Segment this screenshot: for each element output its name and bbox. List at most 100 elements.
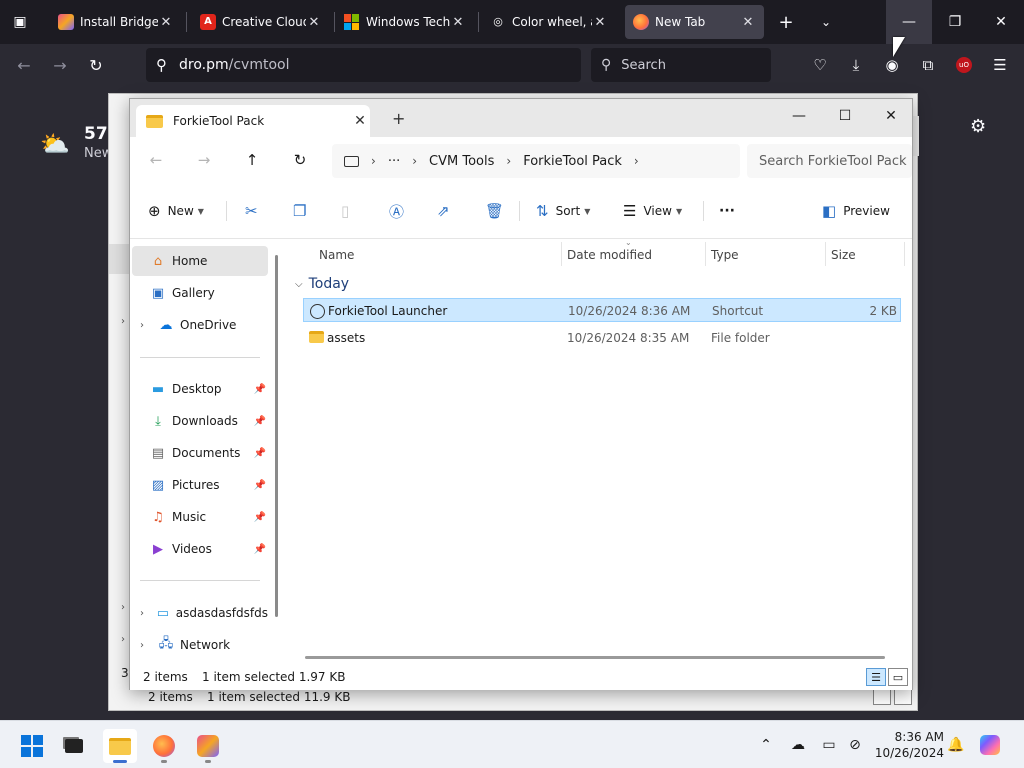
nav-item-this-pc[interactable]: › ▭ asdasdasfdsfds: [132, 598, 268, 628]
nav-item-desktop[interactable]: ▬ Desktop 📌: [132, 374, 268, 404]
refresh-icon[interactable]: ↻: [289, 149, 311, 171]
copy-button[interactable]: ❐: [293, 199, 313, 223]
pocket-icon[interactable]: ♡: [808, 53, 832, 77]
close-tab-icon[interactable]: ✕: [450, 15, 466, 30]
explorer-search-input[interactable]: Search ForkieTool Pack: [747, 144, 912, 178]
view-button[interactable]: ☰ View ▼: [623, 199, 682, 223]
chevron-right-icon[interactable]: ›: [140, 608, 152, 619]
explorer-maximize-button[interactable]: ☐: [822, 101, 868, 131]
forward-arrow-icon[interactable]: →: [193, 149, 215, 171]
extensions-icon[interactable]: ⧉: [916, 53, 940, 77]
copilot-icon[interactable]: [980, 735, 1000, 755]
back-arrow-icon[interactable]: ←: [145, 149, 167, 171]
notification-bell-icon[interactable]: 🔔: [946, 735, 966, 755]
column-divider[interactable]: [561, 242, 562, 266]
menu-hamburger-icon[interactable]: ☰: [988, 53, 1012, 77]
back-arrow-icon[interactable]: ←: [12, 53, 36, 77]
nav-item-gallery[interactable]: ▣ Gallery: [132, 278, 268, 308]
details-view-icon[interactable]: ☰: [866, 668, 886, 686]
chevron-right-icon[interactable]: ›: [140, 320, 154, 331]
pin-icon[interactable]: 📌: [254, 416, 266, 427]
up-arrow-icon[interactable]: ↑: [241, 149, 263, 171]
browser-tab-install-bridge[interactable]: Install Bridge | A ✕: [50, 5, 182, 39]
chevron-right-icon[interactable]: ›: [412, 154, 417, 168]
table-row[interactable]: assets 10/26/2024 8:35 AM File folder: [303, 326, 901, 350]
chevron-right-icon[interactable]: ›: [506, 154, 511, 168]
bg-tiles-view-icon[interactable]: [894, 689, 912, 705]
new-button[interactable]: ⊕ New ▼: [148, 199, 204, 223]
start-button[interactable]: [15, 729, 49, 763]
file-explorer-window[interactable]: ForkieTool Pack ✕ + — ☐ ✕ ← → ↑ ↻ › ··· …: [129, 98, 913, 690]
breadcrumb-more[interactable]: ···: [388, 154, 400, 169]
tiles-view-icon[interactable]: ▭: [888, 668, 908, 686]
close-tab-icon[interactable]: ✕: [592, 15, 608, 30]
breadcrumb-forkietool-pack[interactable]: ForkieTool Pack: [523, 154, 622, 169]
tab-list-icon[interactable]: ▣: [8, 10, 32, 34]
cloud-sync-off-icon[interactable]: ☁: [788, 735, 808, 755]
explorer-tab[interactable]: ForkieTool Pack ✕: [136, 105, 370, 137]
nav-item-downloads[interactable]: ⤓ Downloads 📌: [132, 406, 268, 436]
taskbar-file-explorer[interactable]: [103, 729, 137, 763]
task-view-button[interactable]: [57, 729, 91, 763]
close-tab-icon[interactable]: ✕: [158, 15, 174, 30]
taskbar-creative-cloud[interactable]: [191, 729, 225, 763]
explorer-close-button[interactable]: ✕: [868, 101, 914, 131]
ublock-origin-icon[interactable]: uO: [952, 53, 976, 77]
downloads-icon[interactable]: ⤓: [844, 53, 868, 77]
new-tab-button[interactable]: +: [772, 5, 800, 39]
taskbar-clock[interactable]: 8:36 AM 10/26/2024: [872, 729, 944, 761]
horizontal-scrollbar[interactable]: [305, 656, 885, 659]
table-row[interactable]: ForkieTool Launcher 10/26/2024 8:36 AM S…: [303, 298, 901, 322]
pin-icon[interactable]: 📌: [254, 544, 266, 555]
column-header-type[interactable]: Type: [711, 248, 739, 262]
column-divider[interactable]: [904, 242, 905, 266]
display-icon[interactable]: ▭: [819, 735, 839, 755]
network-disconnected-icon[interactable]: ⊘: [845, 735, 865, 755]
cut-button[interactable]: ✂: [245, 199, 265, 223]
sort-button[interactable]: ⇅ Sort ▼: [536, 199, 590, 223]
reload-icon[interactable]: ↻: [84, 53, 108, 77]
nav-scrollbar[interactable]: [275, 255, 278, 617]
chevron-right-icon[interactable]: ›: [140, 640, 154, 651]
nav-item-onedrive[interactable]: › ☁ OneDrive: [132, 310, 268, 340]
breadcrumb-cvm-tools[interactable]: CVM Tools: [429, 154, 494, 169]
browser-tab-color-wheel[interactable]: ◎ Color wheel, a c ✕: [482, 5, 616, 39]
group-header-today[interactable]: ⌵ Today: [295, 276, 349, 292]
browser-tab-windows-techn[interactable]: Windows Techn ✕: [336, 5, 474, 39]
pin-icon[interactable]: 📌: [254, 384, 266, 395]
browser-tab-new-tab[interactable]: New Tab ✕: [625, 5, 764, 39]
pin-icon[interactable]: 📌: [254, 480, 266, 491]
nav-item-music[interactable]: ♫ Music 📌: [132, 502, 268, 532]
web-search-bar[interactable]: ⚲ Search: [591, 48, 771, 82]
pin-icon[interactable]: 📌: [254, 448, 266, 459]
nav-item-home[interactable]: ⌂ Home: [132, 246, 268, 276]
column-header-name[interactable]: Name: [319, 248, 354, 262]
nav-item-documents[interactable]: ▤ Documents 📌: [132, 438, 268, 468]
close-window-button[interactable]: ✕: [978, 0, 1024, 44]
column-divider[interactable]: [705, 242, 706, 266]
pin-icon[interactable]: 📌: [254, 512, 266, 523]
preview-button[interactable]: ◧ Preview: [822, 199, 890, 223]
column-divider[interactable]: [825, 242, 826, 266]
close-tab-icon[interactable]: ✕: [306, 15, 322, 30]
forward-arrow-icon[interactable]: →: [48, 53, 72, 77]
list-all-tabs-chevron-down-icon[interactable]: ⌄: [812, 5, 840, 39]
rename-button[interactable]: Ⓐ: [389, 199, 411, 223]
close-tab-icon[interactable]: ✕: [740, 15, 756, 30]
delete-button[interactable]: 🗑: [485, 199, 511, 223]
column-header-size[interactable]: Size: [831, 248, 856, 262]
taskbar-firefox[interactable]: [147, 729, 181, 763]
gear-icon[interactable]: ⚙: [970, 116, 986, 137]
explorer-minimize-button[interactable]: —: [776, 101, 822, 131]
nav-item-network[interactable]: › 🖧 Network: [132, 630, 268, 660]
more-options-button[interactable]: ···: [719, 199, 735, 223]
browser-tab-creative-cloud[interactable]: A Creative Cloud: I ✕: [192, 5, 330, 39]
breadcrumb[interactable]: › ··· › CVM Tools › ForkieTool Pack ›: [332, 144, 740, 178]
column-header-date[interactable]: Date modified: [567, 248, 652, 262]
share-button[interactable]: ⇗: [437, 199, 457, 223]
chevron-right-icon[interactable]: ›: [371, 154, 376, 168]
bg-details-view-icon[interactable]: [873, 689, 891, 705]
paste-button[interactable]: ▯: [341, 199, 356, 223]
chevron-right-icon[interactable]: ›: [634, 154, 639, 168]
close-tab-icon[interactable]: ✕: [350, 113, 370, 129]
